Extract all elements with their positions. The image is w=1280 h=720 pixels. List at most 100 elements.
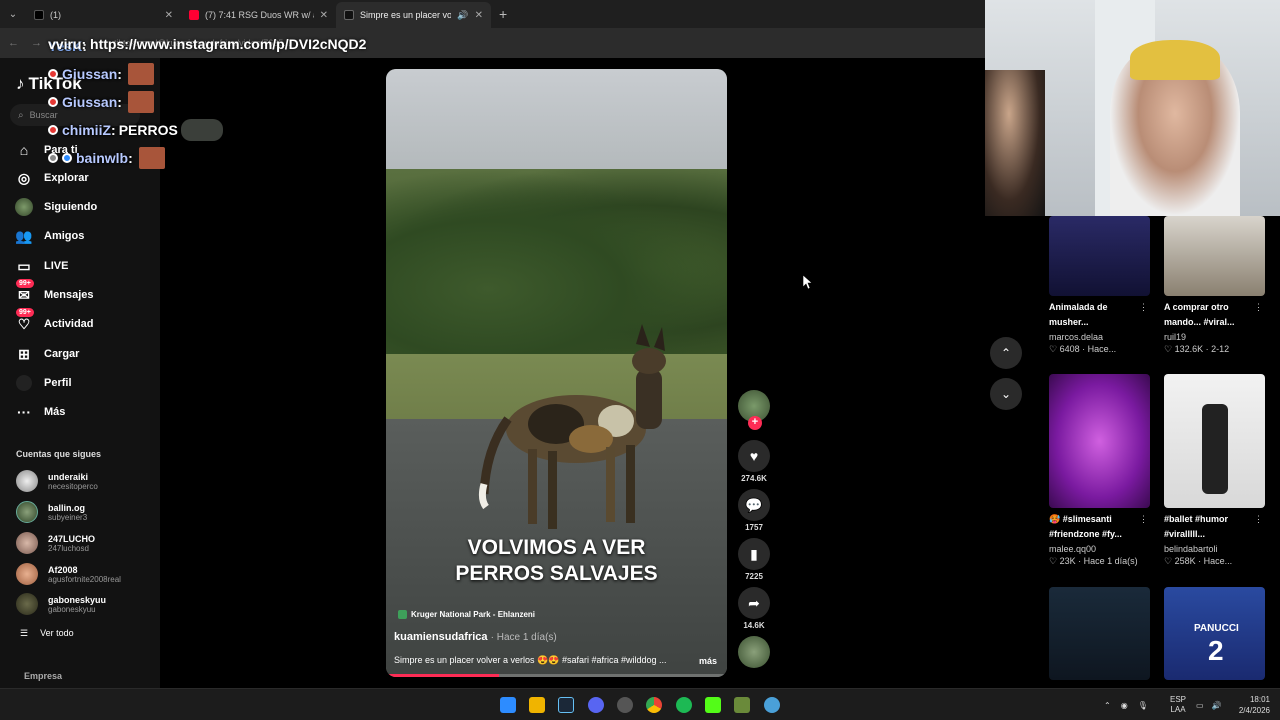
video-card[interactable]: ⋮ A comprar otro mando... #viral... ruil… xyxy=(1164,216,1265,355)
notification-badge: 99+ xyxy=(16,308,34,317)
nav-actividad[interactable]: ♡ 99+ Actividad xyxy=(14,308,94,336)
see-all-link[interactable]: ☰ Ver todo xyxy=(20,628,74,639)
obs-icon[interactable] xyxy=(617,697,633,713)
video-overlay-text: PERROS SALVAJES xyxy=(455,562,658,585)
following-item[interactable]: gaboneskyuu gaboneskyuu xyxy=(16,593,106,615)
badge-icon xyxy=(62,153,72,163)
follow-name: Af2008 xyxy=(48,564,78,575)
comment-icon: 💬 xyxy=(745,496,763,513)
new-tab-button[interactable]: + xyxy=(491,6,515,22)
save-button[interactable]: ▮ xyxy=(738,538,770,570)
card-user: marcos.delaa xyxy=(1049,332,1104,342)
following-item[interactable]: 247LUCHO 247luchosd xyxy=(16,532,95,554)
nav-perfil[interactable]: Perfil xyxy=(14,371,72,395)
tab-title: (1) xyxy=(50,10,61,20)
emote-icon xyxy=(127,63,154,85)
next-video-button[interactable]: ⌄ xyxy=(990,378,1022,410)
follow-name: underaiki xyxy=(48,471,89,482)
minecraft-icon[interactable] xyxy=(734,697,750,713)
nav-amigos[interactable]: 👥 Amigos xyxy=(14,224,84,248)
video-card[interactable] xyxy=(1049,587,1150,680)
forward-icon[interactable]: → xyxy=(31,37,42,49)
video-overlay-text: VOLVIMOS A VER xyxy=(467,536,646,559)
nav-mensajes[interactable]: ✉ 99+ Mensajes xyxy=(14,279,94,307)
nav-label: Más xyxy=(44,406,66,418)
video-card[interactable]: PANUCCI 2 xyxy=(1164,587,1265,680)
x-icon xyxy=(34,10,44,20)
card-user: malee.qq00 xyxy=(1049,544,1097,554)
more-link[interactable]: más xyxy=(699,656,717,666)
tray-status: ▭ 🔊 xyxy=(1196,689,1222,720)
nav-live[interactable]: ▭ LIVE xyxy=(14,254,68,278)
comment-button[interactable]: 💬 xyxy=(738,489,770,521)
person-left xyxy=(985,70,1045,216)
tray-chevron-icon[interactable]: ⌃ xyxy=(1104,701,1111,710)
chrome-icon[interactable] xyxy=(646,697,662,713)
video-progress[interactable] xyxy=(386,674,727,677)
previous-video-button[interactable]: ⌃ xyxy=(990,337,1022,369)
video-author[interactable]: kuamiensudafrica · Hace 1 día(s) xyxy=(394,631,557,643)
language-indicator[interactable]: ESP LAA xyxy=(1170,689,1186,720)
steam-icon[interactable] xyxy=(558,697,574,713)
video-thumbnail xyxy=(1049,374,1150,508)
jersey-name: PANUCCI xyxy=(1194,623,1239,634)
close-icon[interactable]: ✕ xyxy=(475,10,483,21)
more-options-icon[interactable]: ⋮ xyxy=(1139,302,1148,313)
discord-icon[interactable] xyxy=(588,697,604,713)
tab-list-chevron-icon[interactable]: ⌄ xyxy=(0,0,26,28)
video-card[interactable]: ⋮ Animalada de musher... marcos.delaa ♡ … xyxy=(1049,216,1150,355)
video-player[interactable]: VOLVIMOS A VER PERROS SALVAJES Kruger Na… xyxy=(386,69,727,677)
location-tag[interactable]: Kruger National Park - Ehlanzeni xyxy=(398,610,535,619)
close-icon[interactable]: ✕ xyxy=(320,10,328,21)
volume-icon[interactable]: 🔊 xyxy=(1212,701,1222,710)
sound-disc[interactable] xyxy=(738,636,770,668)
chat-line: chimiiZ: PERROS xyxy=(48,116,223,144)
comment-count: 1757 xyxy=(745,523,763,532)
card-meta: ♡ 23K · Hace 1 día(s) xyxy=(1049,556,1138,566)
nav-cargar[interactable]: ⊞ Cargar xyxy=(14,342,79,366)
card-title: Animalada de xyxy=(1049,302,1108,312)
empresa-link[interactable]: Empresa xyxy=(24,671,62,681)
video-thumbnail xyxy=(1049,216,1150,296)
video-thumbnail xyxy=(1049,587,1150,680)
following-item[interactable]: ballin.og subyeiner3 xyxy=(16,501,87,523)
video-card[interactable]: ⋮ 🥵 #slimesanti #friendzone #fy... malee… xyxy=(1049,374,1150,567)
more-options-icon[interactable]: ⋮ xyxy=(1254,302,1263,313)
following-item[interactable]: underaiki necesitoperco xyxy=(16,470,98,492)
spotify-icon[interactable] xyxy=(676,697,692,713)
like-count: 274.6K xyxy=(741,474,767,483)
nav-mas[interactable]: ··· Más xyxy=(14,400,65,424)
follow-handle: agusfortnite2008real xyxy=(48,574,121,584)
microphone-icon[interactable]: 🎙 xyxy=(1138,701,1148,710)
following-item[interactable]: Af2008 agusfortnite2008real xyxy=(16,563,121,585)
clock[interactable]: 18:01 2/4/2026 xyxy=(1232,689,1270,720)
tab-x[interactable]: (1) ✕ xyxy=(26,2,181,28)
windows-taskbar: ⌃ ◉ 🎙 ESP LAA ▭ 🔊 18:01 2/4/2026 xyxy=(0,688,1280,720)
windows-start-icon[interactable] xyxy=(500,697,516,713)
more-options-icon[interactable]: ⋮ xyxy=(1254,514,1263,525)
browser-tab-bar: ⌄ (1) ✕ (7) 7:41 RSG Duos WR w/ antoo ✕ … xyxy=(0,0,985,28)
tab-youtube[interactable]: (7) 7:41 RSG Duos WR w/ antoo ✕ xyxy=(181,2,336,28)
chat-overlay: Giussan: Giussan: chimiiZ: PERROS bainwl… xyxy=(48,60,223,172)
card-user: belindabartoli xyxy=(1164,544,1218,554)
tray-app-icon[interactable]: ◉ xyxy=(1121,701,1128,710)
badge-icon xyxy=(48,125,58,135)
app-icon[interactable] xyxy=(764,697,780,713)
nav-siguiendo[interactable]: Siguiendo xyxy=(14,195,97,219)
video-card[interactable]: ⋮ #ballet #humor #viralllll... belindaba… xyxy=(1164,374,1265,567)
creator-avatar[interactable]: + xyxy=(738,390,770,430)
like-button[interactable]: ♥ xyxy=(738,440,770,472)
follow-plus-icon[interactable]: + xyxy=(748,416,762,430)
speaker-icon[interactable]: 🔊 xyxy=(457,10,468,21)
network-icon[interactable]: ▭ xyxy=(1196,701,1204,710)
close-icon[interactable]: ✕ xyxy=(165,10,173,21)
more-options-icon[interactable]: ⋮ xyxy=(1139,514,1148,525)
share-button[interactable]: ➦ xyxy=(738,587,770,619)
back-icon[interactable]: ← xyxy=(8,37,19,49)
more-icon: ··· xyxy=(17,404,31,420)
badge-icon xyxy=(48,153,58,163)
tab-tiktok[interactable]: Simpre es un placer volver 🔊 ✕ xyxy=(336,2,491,28)
video-progress-fill xyxy=(386,674,499,677)
file-explorer-icon[interactable] xyxy=(529,697,545,713)
kick-icon[interactable] xyxy=(705,697,721,713)
